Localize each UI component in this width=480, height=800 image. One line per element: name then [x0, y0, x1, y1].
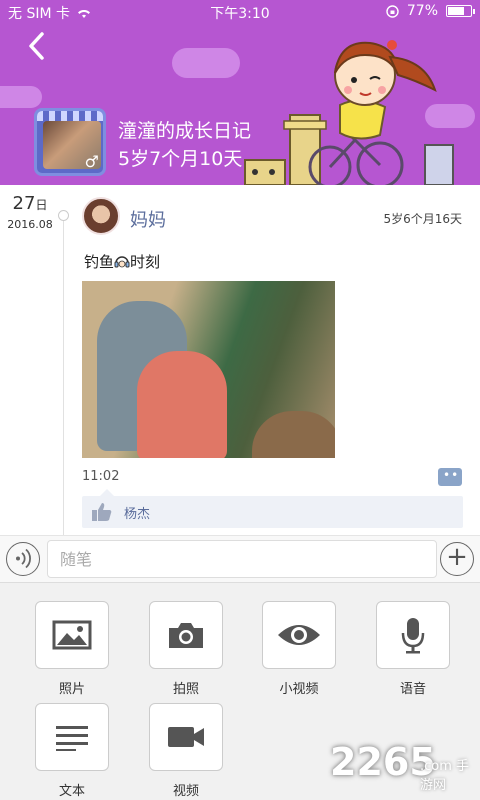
media-label-camera: 拍照 [172, 682, 199, 697]
voice-toggle-button[interactable] [6, 542, 40, 576]
author-avatar[interactable] [82, 197, 120, 235]
status-right: 77% [386, 3, 475, 19]
calendar-rings [37, 111, 103, 121]
input-bar: + [0, 535, 480, 582]
child-avatar[interactable]: ♂ [34, 108, 106, 176]
timeline-line [63, 210, 64, 535]
media-label-text: 文本 [58, 784, 85, 799]
profile-header: 无 SIM 卡 下午3:10 77% ♂ 潼潼的成长日记 5岁7个月10天 [0, 0, 480, 185]
media-label-video: 视频 [172, 784, 199, 799]
cloud-decoration [172, 48, 240, 78]
date-day-unit: 日 [35, 198, 48, 212]
post-date: 27日 2016.08 [0, 193, 60, 231]
photo-icon[interactable] [35, 601, 109, 669]
comment-icon[interactable] [438, 468, 462, 486]
back-chevron-icon[interactable] [22, 30, 54, 62]
like-bar: 杨杰 [82, 489, 463, 528]
media-option-voice[interactable]: 语音 [376, 601, 450, 697]
post-time: 11:02 [82, 469, 120, 484]
media-option-short-video[interactable]: 小视频 [262, 601, 336, 697]
media-option-video[interactable]: 视频 [149, 703, 223, 799]
date-day: 27日 [0, 193, 60, 214]
video-camera-icon[interactable] [149, 703, 223, 771]
photo-figure-child [137, 351, 227, 458]
liker-name[interactable]: 杨杰 [124, 503, 150, 522]
watermark-suffix: .com 手游网 [420, 759, 470, 793]
battery-fill [448, 7, 465, 15]
media-option-photo[interactable]: 照片 [35, 601, 109, 697]
headphones-emoji-icon [114, 256, 130, 268]
post-text-start: 钓鱼 [84, 253, 115, 271]
battery-percent: 77% [406, 3, 438, 19]
camera-icon[interactable] [149, 601, 223, 669]
date-day-number: 27 [12, 193, 36, 214]
girl-on-bicycle-illustration [244, 40, 454, 185]
media-label-photo: 照片 [58, 682, 85, 697]
timeline-dot [58, 210, 69, 221]
media-option-camera[interactable]: 拍照 [149, 601, 223, 697]
note-input[interactable] [47, 540, 437, 578]
photo-rock [252, 411, 335, 458]
media-label-short-video: 小视频 [279, 682, 319, 697]
rotation-lock-icon [386, 4, 399, 18]
cloud-decoration [0, 86, 42, 108]
child-age: 5岁7个月10天 [118, 148, 243, 170]
thumbs-up-icon[interactable] [91, 502, 113, 522]
add-button[interactable]: + [440, 542, 474, 576]
media-label-voice: 语音 [399, 682, 426, 697]
post-age: 5岁6个月16天 [383, 212, 462, 226]
battery-icon [446, 5, 475, 17]
male-gender-icon: ♂ [84, 152, 99, 171]
author-name[interactable]: 妈妈 [130, 206, 166, 232]
text-lines-icon[interactable] [35, 703, 109, 771]
post-photo[interactable] [82, 281, 335, 458]
microphone-icon[interactable] [376, 601, 450, 669]
status-bar: 无 SIM 卡 下午3:10 77% [0, 0, 480, 24]
diary-title: 潼潼的成长日记 [118, 120, 252, 142]
eye-video-icon[interactable] [262, 601, 336, 669]
post-text: 钓鱼 时刻 [84, 251, 160, 272]
post-text-end: 时刻 [130, 253, 161, 271]
media-option-text[interactable]: 文本 [35, 703, 109, 799]
sound-wave-icon [16, 548, 31, 569]
date-year-month: 2016.08 [7, 218, 53, 231]
